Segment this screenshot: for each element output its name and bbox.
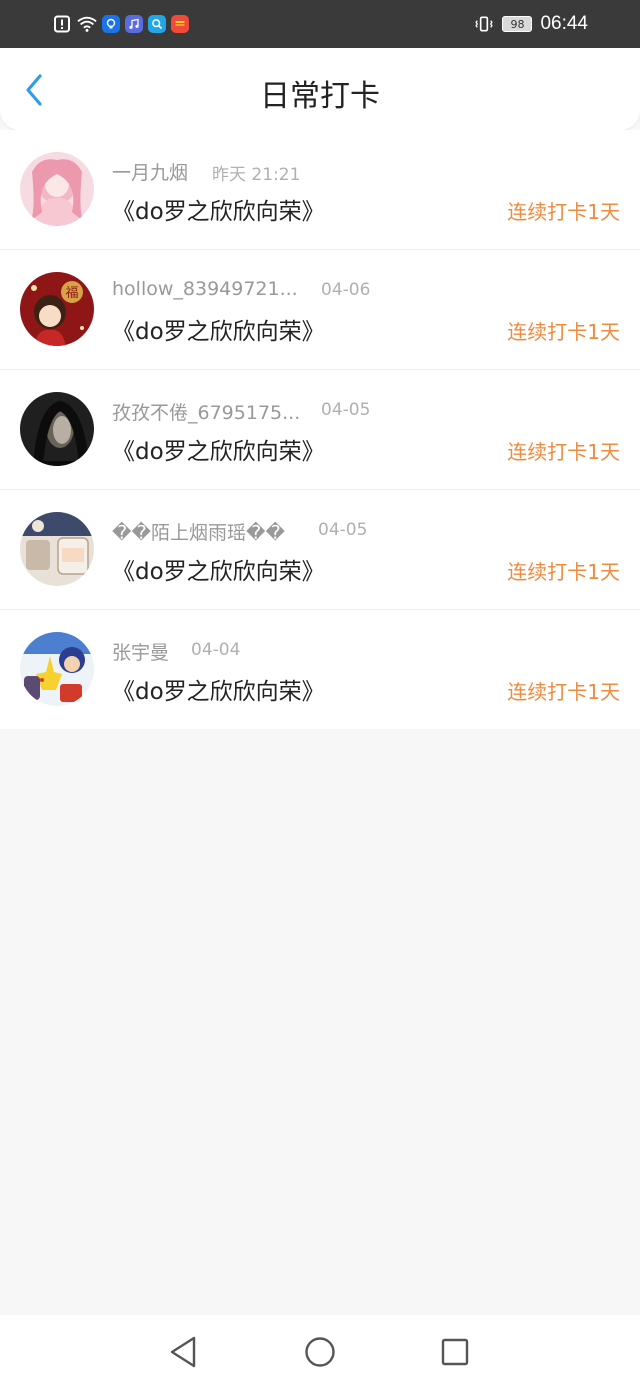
user-name: 张宇曼 [112,642,170,664]
streak-label: 连续打卡1天 [507,680,620,704]
book-title: 《do罗之欣欣向荣》 [112,319,325,345]
streak-label: 连续打卡1天 [507,560,620,584]
avatar [20,512,94,586]
music-app-icon [125,15,143,33]
avatar [20,152,94,226]
user-name: hollow_83949721... [112,278,298,300]
vibrate-icon [474,14,494,34]
home-circle-icon [305,1337,335,1367]
alert-icon [52,14,72,34]
checkin-time: 04-04 [191,640,241,660]
nav-home-button[interactable] [303,1335,337,1369]
notification-icons [52,13,189,35]
bulb-app-icon [102,15,120,33]
list-item[interactable]: ��陌上烟雨瑶�� 04-05 《do罗之欣欣向荣》 连续打卡1天 [0,489,640,609]
search-app-icon [148,15,166,33]
streak-label: 连续打卡1天 [507,440,620,464]
checkin-time: 昨天 21:21 [212,165,301,185]
list-item[interactable]: 张宇曼 04-04 《do罗之欣欣向荣》 连续打卡1天 [0,609,640,729]
svg-text:福: 福 [65,286,78,301]
book-title: 《do罗之欣欣向荣》 [112,439,325,465]
nav-back-button[interactable] [166,1335,200,1369]
avatar [20,392,94,466]
back-triangle-icon [170,1336,196,1368]
gallery-app-icon [171,15,189,33]
checkin-time: 04-06 [321,280,371,300]
checkin-time: 04-05 [321,400,371,420]
streak-label: 连续打卡1天 [507,320,620,344]
avatar [20,632,94,706]
user-name: ��陌上烟雨瑶�� [112,522,285,544]
system-nav-bar [0,1315,640,1387]
wifi-icon [77,14,97,34]
list-item[interactable]: 一月九烟 昨天 21:21 《do罗之欣欣向荣》 连续打卡1天 [0,130,640,249]
battery-indicator: 98 [502,16,533,32]
user-name: 一月九烟 [112,162,189,184]
clock: 06:44 [540,13,588,34]
book-title: 《do罗之欣欣向荣》 [112,199,325,225]
list-item[interactable]: 福 hollow_83949721... 04-06 《do罗之欣欣向荣》 连续… [0,249,640,369]
streak-label: 连续打卡1天 [507,200,620,224]
avatar: 福 [20,272,94,346]
header: 日常打卡 [0,48,640,130]
user-name: 孜孜不倦_6795175... [112,402,301,424]
checkin-list: 一月九烟 昨天 21:21 《do罗之欣欣向荣》 连续打卡1天 福 hollow… [0,130,640,729]
book-title: 《do罗之欣欣向荣》 [112,559,325,585]
recents-square-icon [441,1338,469,1366]
checkin-time: 04-05 [318,520,368,540]
status-bar: 98 06:44 [0,0,640,48]
book-title: 《do罗之欣欣向荣》 [112,679,325,705]
list-item[interactable]: 孜孜不倦_6795175... 04-05 《do罗之欣欣向荣》 连续打卡1天 [0,369,640,489]
nav-recents-button[interactable] [438,1335,472,1369]
page-title: 日常打卡 [260,79,380,114]
